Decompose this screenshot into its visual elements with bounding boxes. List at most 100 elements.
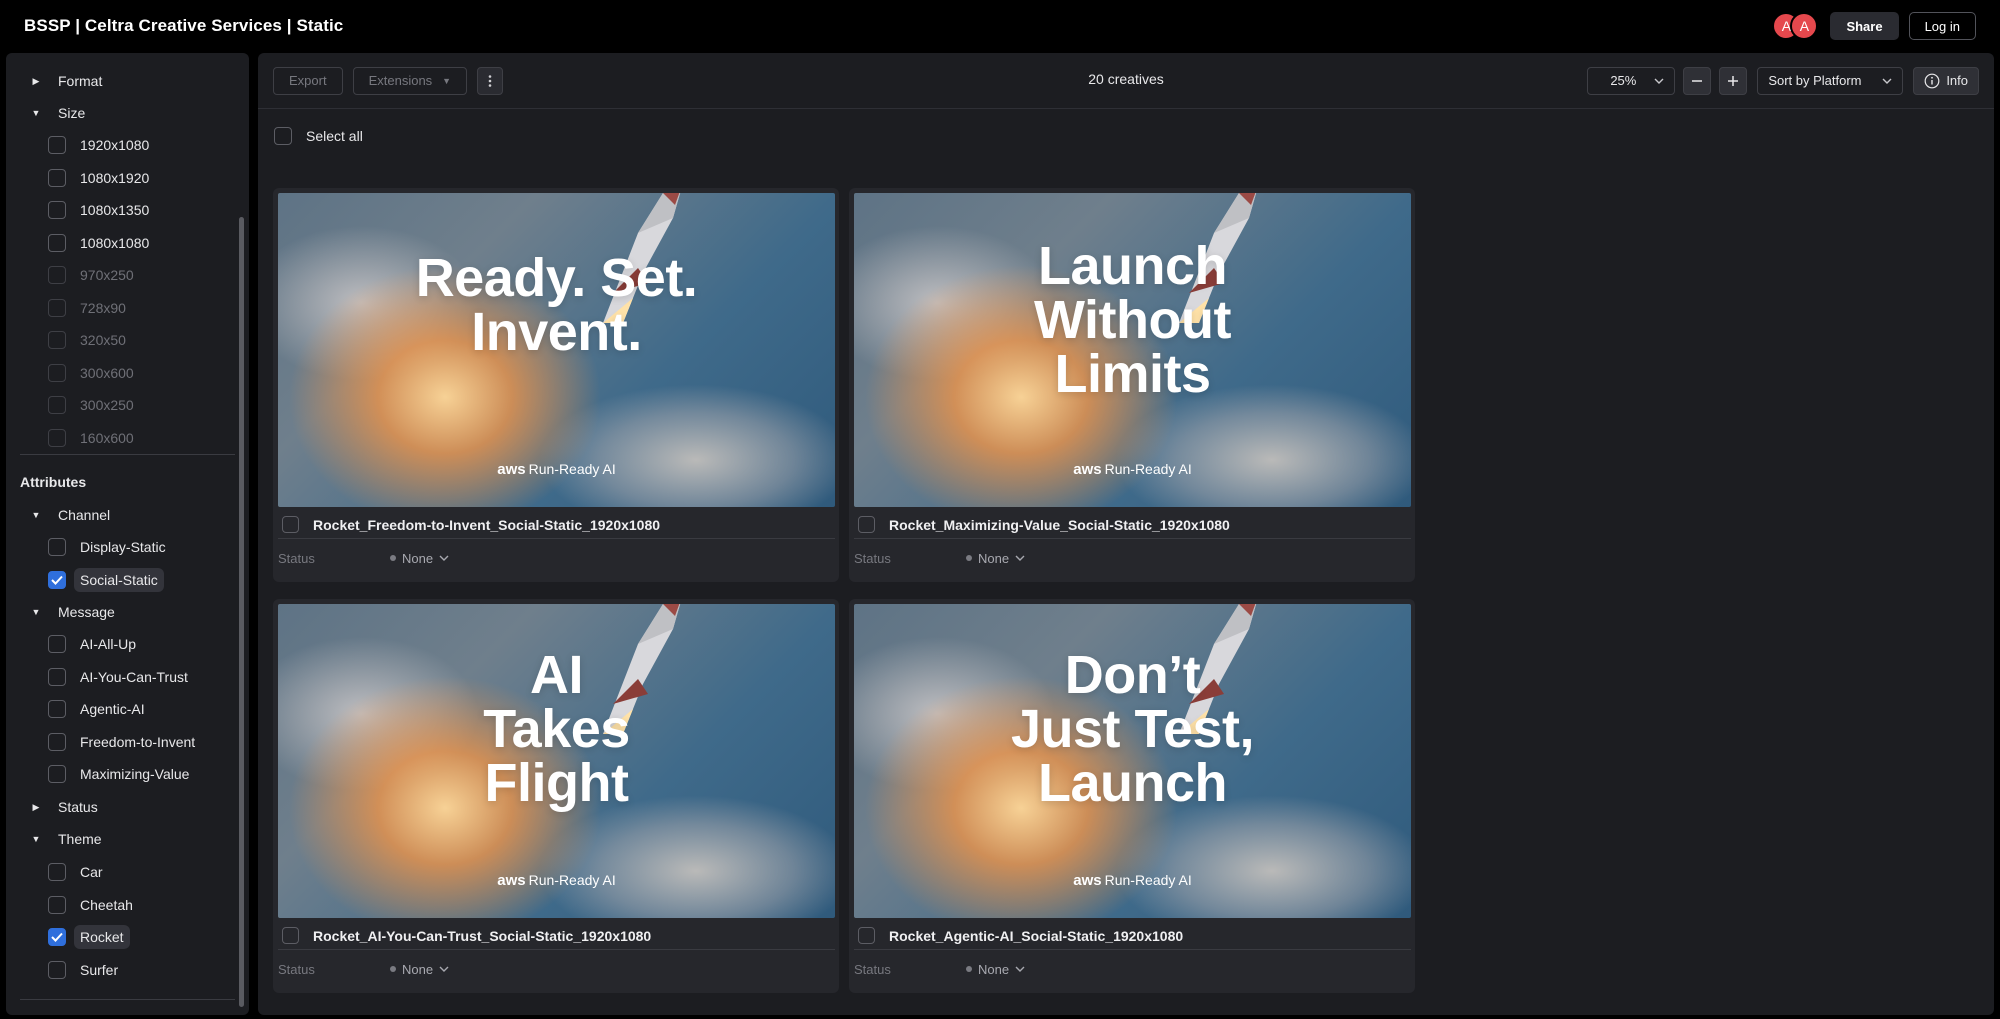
checkbox[interactable] xyxy=(48,960,66,979)
zoom-in-button[interactable] xyxy=(1719,66,1748,95)
status-dropdown[interactable]: None xyxy=(966,551,1025,566)
info-label: Info xyxy=(1946,73,1968,88)
theme-option[interactable]: Car xyxy=(48,856,109,888)
creative-card[interactable]: AI Takes Flight aws Run-Ready AI Rocket_AI-Yo… xyxy=(273,599,839,993)
checkbox[interactable] xyxy=(48,266,66,284)
filter-group-size[interactable]: ▼ Size xyxy=(6,97,86,129)
size-option[interactable]: 1080x1350 xyxy=(48,194,155,226)
filter-group-label: Size xyxy=(58,105,86,121)
size-option-label: 970x250 xyxy=(80,267,134,283)
checkbox[interactable] xyxy=(48,233,66,252)
checkbox[interactable] xyxy=(48,363,66,382)
checkbox[interactable] xyxy=(48,428,66,447)
filter-group-channel[interactable]: ▼ Channel xyxy=(6,499,111,531)
message-option[interactable]: Freedom-to-Invent xyxy=(48,726,201,758)
status-dropdown[interactable]: None xyxy=(966,962,1025,977)
creative-card[interactable]: Ready. Set. Invent. aws Run-Ready AI Rocket_… xyxy=(273,188,839,582)
select-all-checkbox[interactable] xyxy=(274,127,292,145)
checkbox[interactable] xyxy=(48,538,66,556)
select-all[interactable]: Select all xyxy=(274,127,369,145)
checkbox[interactable] xyxy=(48,700,66,718)
checkbox[interactable] xyxy=(48,928,66,946)
creative-card[interactable]: Don’t Just Test, Launch aws Run-Ready AI Rock… xyxy=(849,599,1415,993)
creative-checkbox[interactable] xyxy=(282,516,299,533)
theme-option-label: Rocket xyxy=(74,925,130,949)
checkbox[interactable] xyxy=(48,298,66,317)
creative-checkbox[interactable] xyxy=(858,516,875,533)
login-button[interactable]: Log in xyxy=(1908,12,1976,40)
filter-group-format[interactable]: ▶ Format xyxy=(6,65,103,97)
size-option[interactable]: 1080x1920 xyxy=(48,162,155,194)
filter-group-status[interactable]: ▶ Status xyxy=(6,791,98,823)
size-option[interactable]: 300x250 xyxy=(48,389,140,421)
header-actions: A A Share Log in xyxy=(1772,12,1976,40)
zoom-out-button[interactable] xyxy=(1683,66,1712,95)
sidebar-scrollbar[interactable] xyxy=(239,217,244,1007)
message-option[interactable]: AI-You-Can-Trust xyxy=(48,661,194,693)
filter-group-theme[interactable]: ▼ Theme xyxy=(6,823,102,855)
message-option[interactable]: AI-All-Up xyxy=(48,628,142,660)
brand-lockup: aws Run-Ready AI xyxy=(854,872,1411,889)
share-button[interactable]: Share xyxy=(1830,12,1899,40)
extensions-dropdown[interactable]: Extensions ▼ xyxy=(352,66,468,95)
filter-group-message[interactable]: ▼ Message xyxy=(6,596,115,628)
creative-thumbnail[interactable]: Launch Without Limits aws Run-Ready AI xyxy=(854,193,1411,507)
chevron-down-icon xyxy=(1015,966,1025,972)
avatar[interactable]: A xyxy=(1790,12,1819,40)
creative-thumbnail[interactable]: Don’t Just Test, Launch aws Run-Ready AI xyxy=(854,604,1411,918)
size-option[interactable]: 300x600 xyxy=(48,357,140,389)
creative-thumbnail[interactable]: AI Takes Flight aws Run-Ready AI xyxy=(278,604,835,918)
aws-logo: aws xyxy=(1073,872,1102,889)
size-option[interactable]: 1080x1080 xyxy=(48,227,155,259)
caret-down-icon: ▼ xyxy=(442,75,452,86)
checkbox[interactable] xyxy=(48,895,66,914)
theme-option[interactable]: Cheetah xyxy=(48,889,139,921)
caret-down-icon: ▼ xyxy=(31,607,41,617)
message-option[interactable]: Maximizing-Value xyxy=(48,758,195,790)
status-dropdown[interactable]: None xyxy=(390,962,449,977)
message-option[interactable]: Agentic-AI xyxy=(48,693,151,725)
creative-status-row: Status None xyxy=(278,544,835,572)
size-option[interactable]: 160x600 xyxy=(48,422,140,454)
size-option[interactable]: 1920x1080 xyxy=(48,129,155,161)
checkbox[interactable] xyxy=(48,201,66,219)
creative-checkbox[interactable] xyxy=(858,927,875,944)
channel-option[interactable]: Social-Static xyxy=(48,564,164,596)
size-option[interactable]: 320x50 xyxy=(48,324,132,356)
theme-option[interactable]: Surfer xyxy=(48,954,124,986)
creative-thumbnail[interactable]: Ready. Set. Invent. aws Run-Ready AI xyxy=(278,193,835,507)
info-button[interactable]: Info xyxy=(1913,66,1979,95)
theme-option[interactable]: Rocket xyxy=(48,921,130,953)
checkbox[interactable] xyxy=(48,396,66,414)
size-option[interactable]: 970x250 xyxy=(48,259,140,291)
extensions-label: Extensions xyxy=(368,73,433,88)
checkbox[interactable] xyxy=(48,635,66,653)
export-button[interactable]: Export xyxy=(273,66,343,95)
checkbox[interactable] xyxy=(48,732,66,751)
creative-card[interactable]: Launch Without Limits aws Run-Ready AI Rocket… xyxy=(849,188,1415,582)
checkbox[interactable] xyxy=(48,570,66,589)
avatar-group[interactable]: A A xyxy=(1772,12,1819,40)
checkbox[interactable] xyxy=(48,168,66,187)
select-all-label: Select all xyxy=(306,128,363,144)
brand-lockup: aws Run-Ready AI xyxy=(854,461,1411,478)
more-options-button[interactable] xyxy=(477,66,504,95)
size-option[interactable]: 728x90 xyxy=(48,292,132,324)
checkbox[interactable] xyxy=(48,667,66,686)
status-value: None xyxy=(978,961,1010,977)
creative-status-row: Status None xyxy=(854,955,1411,983)
zoom-select[interactable]: 25% xyxy=(1587,66,1676,95)
channel-option[interactable]: Display-Static xyxy=(48,531,172,563)
checkbox[interactable] xyxy=(48,765,66,783)
message-option-label: Agentic-AI xyxy=(80,701,145,717)
checkbox[interactable] xyxy=(48,863,66,881)
creative-checkbox[interactable] xyxy=(282,927,299,944)
size-option-label: 300x250 xyxy=(80,397,134,413)
checkmark-icon xyxy=(51,932,63,942)
sort-select[interactable]: Sort by Platform xyxy=(1757,66,1904,95)
checkbox[interactable] xyxy=(48,136,66,154)
theme-option-label: Cheetah xyxy=(80,896,133,913)
status-dropdown[interactable]: None xyxy=(390,551,449,566)
creative-status-row: Status None xyxy=(278,955,835,983)
checkbox[interactable] xyxy=(48,331,66,349)
